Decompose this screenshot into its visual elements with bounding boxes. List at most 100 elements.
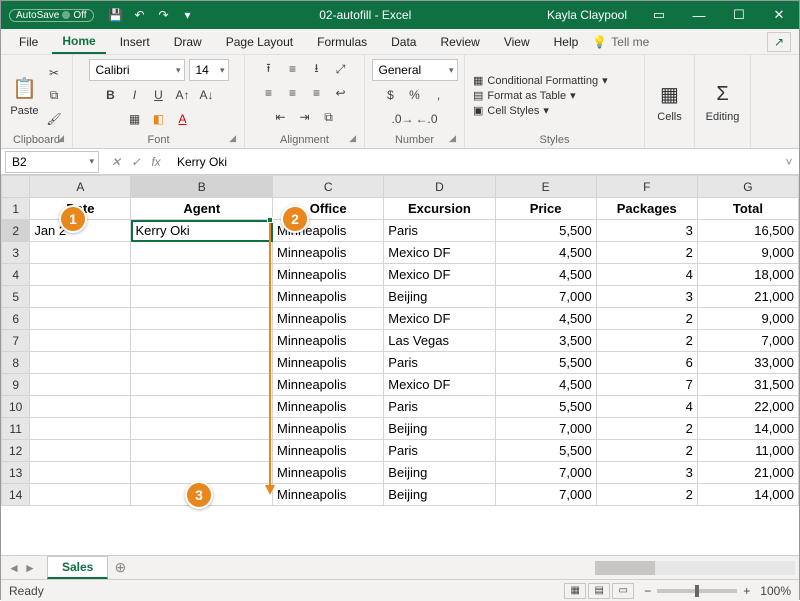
cell[interactable]: Paris: [384, 440, 495, 462]
cancel-formula-icon[interactable]: ✕: [107, 155, 125, 169]
row-header[interactable]: 2: [2, 220, 30, 242]
cell[interactable]: [30, 242, 131, 264]
cell[interactable]: [131, 242, 273, 264]
comma-icon[interactable]: ,: [429, 85, 449, 105]
dialog-launcher-icon[interactable]: ◢: [57, 133, 64, 144]
underline-button[interactable]: U: [149, 85, 169, 105]
row-header[interactable]: 12: [2, 440, 30, 462]
orientation-icon[interactable]: ⤢: [331, 59, 351, 79]
cell[interactable]: 4,500: [495, 264, 596, 286]
cell[interactable]: Minneapolis: [273, 440, 384, 462]
align-right-icon[interactable]: ≡: [307, 83, 327, 103]
cell[interactable]: [30, 286, 131, 308]
dialog-launcher-icon[interactable]: ◢: [229, 133, 236, 144]
fill-handle[interactable]: [267, 217, 273, 223]
font-name-combo[interactable]: Calibri▾: [89, 59, 185, 81]
insert-function-icon[interactable]: fx: [147, 155, 165, 169]
new-sheet-button[interactable]: ⊕: [108, 559, 132, 576]
cell[interactable]: 14,000: [697, 484, 798, 506]
row-header[interactable]: 11: [2, 418, 30, 440]
cell[interactable]: [30, 264, 131, 286]
cell[interactable]: Minneapolis: [273, 330, 384, 352]
font-size-combo[interactable]: 14▾: [189, 59, 229, 81]
cell[interactable]: 7: [596, 374, 697, 396]
bold-button[interactable]: B: [101, 85, 121, 105]
close-button[interactable]: ✕: [759, 1, 799, 29]
tab-home[interactable]: Home: [52, 30, 105, 54]
cell[interactable]: 4,500: [495, 242, 596, 264]
cell[interactable]: Beijing: [384, 286, 495, 308]
align-bottom-icon[interactable]: ⭳: [307, 59, 327, 79]
worksheet[interactable]: ABCDEFG1DateAgentOfficeExcursionPricePac…: [1, 175, 799, 555]
cell[interactable]: Minneapolis: [273, 418, 384, 440]
currency-icon[interactable]: $: [381, 85, 401, 105]
cells-button[interactable]: ▦Cells: [653, 81, 686, 123]
column-header[interactable]: C: [273, 176, 384, 198]
cell[interactable]: 9,000: [697, 308, 798, 330]
maximize-button[interactable]: ☐: [719, 1, 759, 29]
name-box[interactable]: B2▾: [5, 151, 99, 173]
cell[interactable]: [30, 440, 131, 462]
cell[interactable]: [30, 352, 131, 374]
row-header[interactable]: 1: [2, 198, 30, 220]
column-header[interactable]: F: [596, 176, 697, 198]
italic-button[interactable]: I: [125, 85, 145, 105]
cell[interactable]: 5,500: [495, 220, 596, 242]
cell[interactable]: Paris: [384, 396, 495, 418]
font-color-icon[interactable]: A: [173, 109, 193, 129]
cell[interactable]: Agent: [131, 198, 273, 220]
cell[interactable]: Minneapolis: [273, 462, 384, 484]
paste-button[interactable]: 📋 Paste: [9, 75, 40, 117]
wrap-text-icon[interactable]: ↩: [331, 83, 351, 103]
cell[interactable]: [131, 352, 273, 374]
editing-button[interactable]: ΣEditing: [703, 81, 742, 123]
qat-dropdown-icon[interactable]: ▾: [180, 7, 196, 23]
cell[interactable]: [131, 286, 273, 308]
column-header[interactable]: A: [30, 176, 131, 198]
cell[interactable]: Paris: [384, 220, 495, 242]
decrease-indent-icon[interactable]: ⇤: [271, 107, 291, 127]
conditional-formatting-button[interactable]: ▦Conditional Formatting▾: [473, 74, 608, 87]
cell[interactable]: Price: [495, 198, 596, 220]
row-header[interactable]: 9: [2, 374, 30, 396]
tab-data[interactable]: Data: [381, 31, 426, 53]
redo-icon[interactable]: ↷: [156, 7, 172, 23]
merge-center-icon[interactable]: ⧉: [319, 107, 339, 127]
copy-icon[interactable]: ⧉: [44, 86, 64, 106]
tab-insert[interactable]: Insert: [110, 31, 160, 53]
cell[interactable]: 31,500: [697, 374, 798, 396]
cell[interactable]: Mexico DF: [384, 242, 495, 264]
cell[interactable]: Total: [697, 198, 798, 220]
cell[interactable]: 2: [596, 484, 697, 506]
cell[interactable]: [30, 374, 131, 396]
column-header[interactable]: D: [384, 176, 495, 198]
expand-formula-bar-icon[interactable]: ˅: [779, 155, 799, 169]
tab-file[interactable]: File: [9, 31, 48, 53]
cell[interactable]: 6: [596, 352, 697, 374]
cell-styles-button[interactable]: ▣Cell Styles▾: [473, 104, 608, 117]
cell[interactable]: [30, 308, 131, 330]
cell[interactable]: Beijing: [384, 418, 495, 440]
tab-view[interactable]: View: [494, 31, 540, 53]
cell[interactable]: 5,500: [495, 396, 596, 418]
cell[interactable]: [131, 308, 273, 330]
dialog-launcher-icon[interactable]: ◢: [349, 133, 356, 144]
cell[interactable]: Mexico DF: [384, 308, 495, 330]
ribbon-options-icon[interactable]: ▭: [639, 1, 679, 29]
cell[interactable]: [131, 264, 273, 286]
page-break-view-icon[interactable]: ▭: [612, 583, 634, 599]
cell[interactable]: [30, 330, 131, 352]
cell[interactable]: Beijing: [384, 484, 495, 506]
user-name[interactable]: Kayla Claypool: [535, 8, 639, 22]
cell[interactable]: Minneapolis: [273, 308, 384, 330]
cell[interactable]: 21,000: [697, 462, 798, 484]
cell[interactable]: [131, 330, 273, 352]
percent-icon[interactable]: %: [405, 85, 425, 105]
row-header[interactable]: 13: [2, 462, 30, 484]
cell[interactable]: Minneapolis: [273, 242, 384, 264]
normal-view-icon[interactable]: ▦: [564, 583, 586, 599]
cell[interactable]: 3: [596, 220, 697, 242]
cell[interactable]: 2: [596, 330, 697, 352]
dialog-launcher-icon[interactable]: ◢: [449, 133, 456, 144]
cell[interactable]: Paris: [384, 352, 495, 374]
